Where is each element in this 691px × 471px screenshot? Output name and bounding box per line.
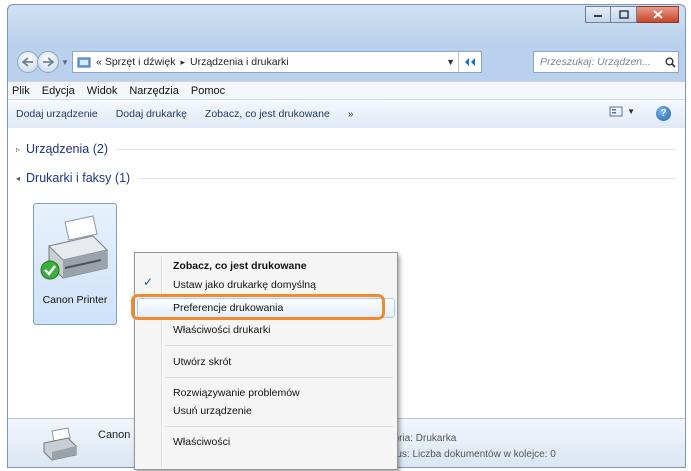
- printer-small-icon: [43, 427, 77, 461]
- group-devices-title[interactable]: Urządzenia (2): [26, 142, 108, 156]
- group-printers-title[interactable]: Drukarki i faksy (1): [26, 171, 130, 185]
- address-bar[interactable]: « Sprzęt i dźwięk ▸ Urządzenia i drukark…: [72, 51, 482, 73]
- navigation-row: ▼ « Sprzęt i dźwięk ▸ Urządzenia i druka…: [8, 49, 685, 75]
- menu-bar: Plik Edycja Widok Narzędzia Pomoc: [8, 81, 685, 100]
- details-category: goria: Drukarka: [388, 433, 457, 444]
- address-dropdown-icon[interactable]: ▼: [446, 57, 455, 67]
- breadcrumb-separator[interactable]: ▸: [180, 57, 185, 68]
- minimize-button[interactable]: [585, 6, 611, 23]
- back-arrow-icon: [22, 57, 33, 67]
- menu-edit[interactable]: Edycja: [42, 85, 75, 97]
- minimize-icon: [594, 14, 602, 17]
- view-options-icon: [609, 106, 623, 117]
- see-whats-printing-button[interactable]: Zobacz, co jest drukowane: [205, 108, 330, 120]
- menu-view[interactable]: Widok: [87, 85, 118, 97]
- menu-create-shortcut[interactable]: Utwórz skrót: [173, 356, 231, 368]
- group-divider: [115, 148, 676, 150]
- search-icon[interactable]: [662, 57, 678, 68]
- context-menu: Zobacz, co jest drukowane ✓ Ustaw jako d…: [134, 252, 398, 470]
- menu-set-default-printer[interactable]: Ustaw jako drukarkę domyślną: [173, 279, 316, 291]
- forward-button[interactable]: [37, 51, 59, 73]
- menu-printer-properties[interactable]: Właściwości drukarki: [173, 324, 270, 336]
- control-panel-icon: [77, 57, 91, 68]
- menu-help[interactable]: Pomoc: [191, 85, 225, 97]
- checkmark-icon: ✓: [143, 275, 154, 289]
- group-divider: [138, 177, 676, 179]
- refresh-button[interactable]: [458, 52, 481, 72]
- breadcrumb-devices-printers[interactable]: Urządzenia i drukarki: [190, 56, 289, 68]
- menu-file[interactable]: Plik: [12, 85, 30, 97]
- context-menu-gutter: [161, 255, 163, 467]
- expand-arrow-icon[interactable]: ▹: [16, 145, 26, 154]
- close-button[interactable]: [637, 6, 679, 23]
- collapse-arrow-icon[interactable]: ◂: [16, 174, 26, 183]
- menu-troubleshoot[interactable]: Rozwiązywanie problemów: [173, 387, 300, 399]
- refresh-icon: [465, 58, 475, 66]
- caption-buttons: [585, 6, 679, 23]
- menu-properties[interactable]: Właściwości: [173, 436, 230, 448]
- maximize-icon: [618, 10, 629, 19]
- search-placeholder[interactable]: Przeszukaj: Urządzen...: [534, 56, 662, 68]
- group-devices[interactable]: ▹ Urządzenia (2): [16, 142, 676, 156]
- recent-pages-dropdown[interactable]: ▼: [61, 58, 69, 67]
- menu-tools[interactable]: Narzędzia: [129, 85, 179, 97]
- printer-label: Canon Printer: [42, 294, 108, 306]
- address-overflow[interactable]: «: [96, 56, 102, 68]
- search-box[interactable]: Przeszukaj: Urządzen...: [533, 51, 679, 73]
- menu-separator: [165, 345, 393, 346]
- highlight-frame: [131, 294, 385, 320]
- menu-separator: [165, 377, 393, 378]
- group-printers[interactable]: ◂ Drukarki i faksy (1): [16, 171, 676, 185]
- menu-see-whats-printing[interactable]: Zobacz, co jest drukowane: [173, 260, 307, 272]
- close-icon: [652, 10, 663, 19]
- printer-item-canon[interactable]: Canon Printer: [33, 203, 117, 325]
- details-status: atus: Liczba dokumentów w kolejce: 0: [388, 449, 556, 460]
- chevron-down-icon: ▼: [627, 107, 635, 116]
- back-button[interactable]: [17, 51, 39, 73]
- add-printer-button[interactable]: Dodaj drukarkę: [116, 108, 187, 120]
- add-device-button[interactable]: Dodaj urządzenie: [16, 108, 98, 120]
- more-commands-button[interactable]: »: [348, 109, 354, 120]
- help-button[interactable]: ?: [656, 106, 671, 121]
- forward-arrow-icon: [43, 57, 54, 67]
- breadcrumb-hardware-sound[interactable]: Sprzęt i dźwięk: [105, 56, 176, 68]
- menu-separator: [165, 426, 393, 427]
- change-view-button[interactable]: ▼: [609, 106, 635, 117]
- printer-icon: [40, 215, 108, 280]
- details-device-name: Canon: [98, 429, 131, 441]
- maximize-button[interactable]: [611, 6, 637, 23]
- command-bar: Dodaj urządzenie Dodaj drukarkę Zobacz, …: [8, 99, 685, 129]
- menu-remove-device[interactable]: Usuń urządzenie: [173, 405, 252, 417]
